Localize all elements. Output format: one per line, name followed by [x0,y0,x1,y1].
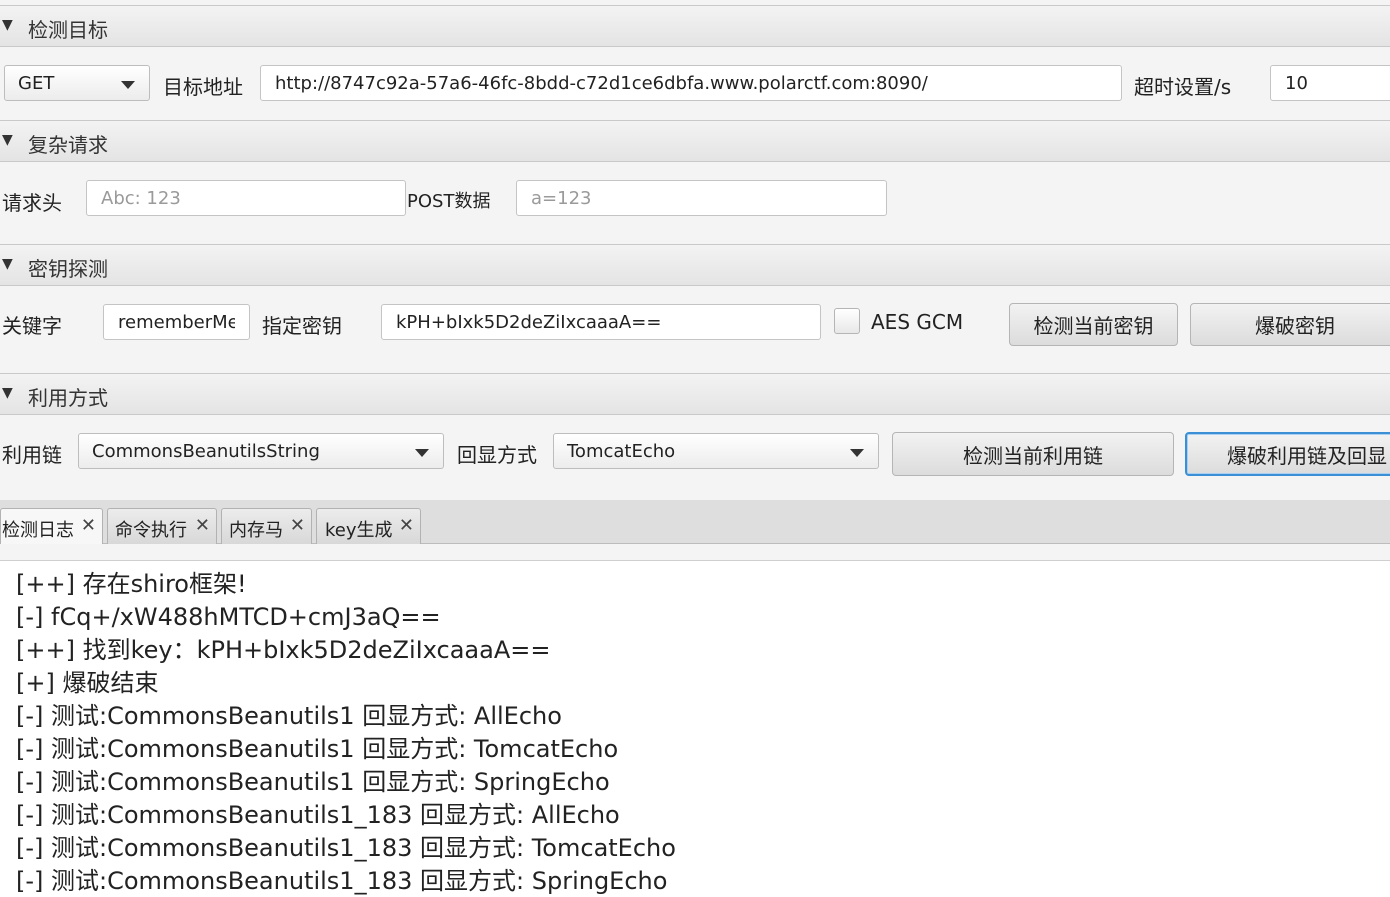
chevron-down-icon [121,81,135,89]
aes-gcm-checkbox[interactable] [834,308,860,334]
key-label: 指定密钥 [262,314,342,338]
section-header-complex[interactable]: ▼ 复杂请求 [0,120,1390,162]
close-icon[interactable]: ✕ [81,515,96,536]
url-label: 目标地址 [163,75,243,99]
log-line: [++] 存在shiro框架! [16,570,247,598]
tab-detect-log[interactable]: 检测日志 ✕ [0,508,103,544]
section-title-complex: 复杂请求 [28,133,108,157]
tab-label: 检测日志 [2,520,74,541]
post-data-label: POST数据 [407,191,491,212]
log-line: [+] 爆破结束 [16,669,159,697]
key-input[interactable] [381,304,821,340]
detect-key-button[interactable]: 检测当前密钥 [1009,303,1178,346]
brute-chain-button[interactable]: 爆破利用链及回显 [1185,432,1390,476]
collapse-triangle-icon[interactable]: ▼ [2,385,13,401]
close-icon[interactable]: ✕ [195,515,210,536]
log-line: [-] 测试:CommonsBeanutils1_183 回显方式: Tomca… [16,834,676,862]
echo-label: 回显方式 [457,443,537,467]
section-header-exploit[interactable]: ▼ 利用方式 [0,373,1390,415]
keyword-label: 关键字 [2,314,62,338]
gadget-chain-value: CommonsBeanutilsString [92,441,320,462]
section-title-target: 检测目标 [28,18,108,42]
log-line: [++] 找到key：kPH+bIxk5D2deZiIxcaaaA== [16,636,551,664]
section-header-target[interactable]: ▼ 检测目标 [0,5,1390,47]
tab-memshell[interactable]: 内存马 ✕ [221,508,312,544]
log-output-area[interactable]: [++] 存在shiro框架! [-] fCq+/xW488hMTCD+cmJ3… [0,560,1390,897]
echo-value: TomcatEcho [567,441,676,462]
log-line: [-] 测试:CommonsBeanutils1 回显方式: SpringEch… [16,768,610,796]
chevron-down-icon [850,449,864,457]
close-icon[interactable]: ✕ [290,515,305,536]
collapse-triangle-icon[interactable]: ▼ [2,132,13,148]
collapse-triangle-icon[interactable]: ▼ [2,256,13,272]
tab-label: 命令执行 [115,520,187,541]
section-title-exploit: 利用方式 [28,386,108,410]
detect-chain-button[interactable]: 检测当前利用链 [892,432,1174,476]
log-line: [-] 测试:CommonsBeanutils1_183 回显方式: AllEc… [16,801,620,829]
log-line: [-] fCq+/xW488hMTCD+cmJ3aQ== [16,603,441,631]
log-line: [-] 测试:CommonsBeanutils1 回显方式: AllEcho [16,702,562,730]
echo-select[interactable]: TomcatEcho [553,433,879,469]
timeout-label: 超时设置/s [1134,75,1232,99]
keyword-input[interactable] [103,304,250,340]
request-header-input[interactable] [86,180,406,216]
section-title-key: 密钥探测 [28,257,108,281]
chain-label: 利用链 [2,443,62,467]
header-label: 请求头 [2,191,62,215]
url-input[interactable] [260,65,1122,101]
tab-command-exec[interactable]: 命令执行 ✕ [107,508,217,544]
aes-gcm-label[interactable]: AES GCM [871,310,963,334]
section-header-key[interactable]: ▼ 密钥探测 [0,244,1390,286]
close-icon[interactable]: ✕ [399,515,414,536]
log-line: [-] 测试:CommonsBeanutils1 回显方式: TomcatEch… [16,735,619,763]
chevron-down-icon [415,449,429,457]
tab-bar: 检测日志 ✕ 命令执行 ✕ 内存马 ✕ key生成 ✕ [0,500,1390,544]
timeout-input[interactable] [1270,65,1390,101]
brute-key-button[interactable]: 爆破密钥 [1190,303,1390,346]
method-select[interactable]: GET [4,65,150,101]
method-value: GET [18,73,55,94]
log-line: [-] 测试:CommonsBeanutils1_183 回显方式: Sprin… [16,867,668,895]
post-data-input[interactable] [516,180,887,216]
tab-key-gen[interactable]: key生成 ✕ [316,508,421,544]
tab-label: key生成 [325,520,393,541]
collapse-triangle-icon[interactable]: ▼ [2,17,13,33]
tab-label: 内存马 [229,520,283,541]
gadget-chain-select[interactable]: CommonsBeanutilsString [78,433,444,469]
